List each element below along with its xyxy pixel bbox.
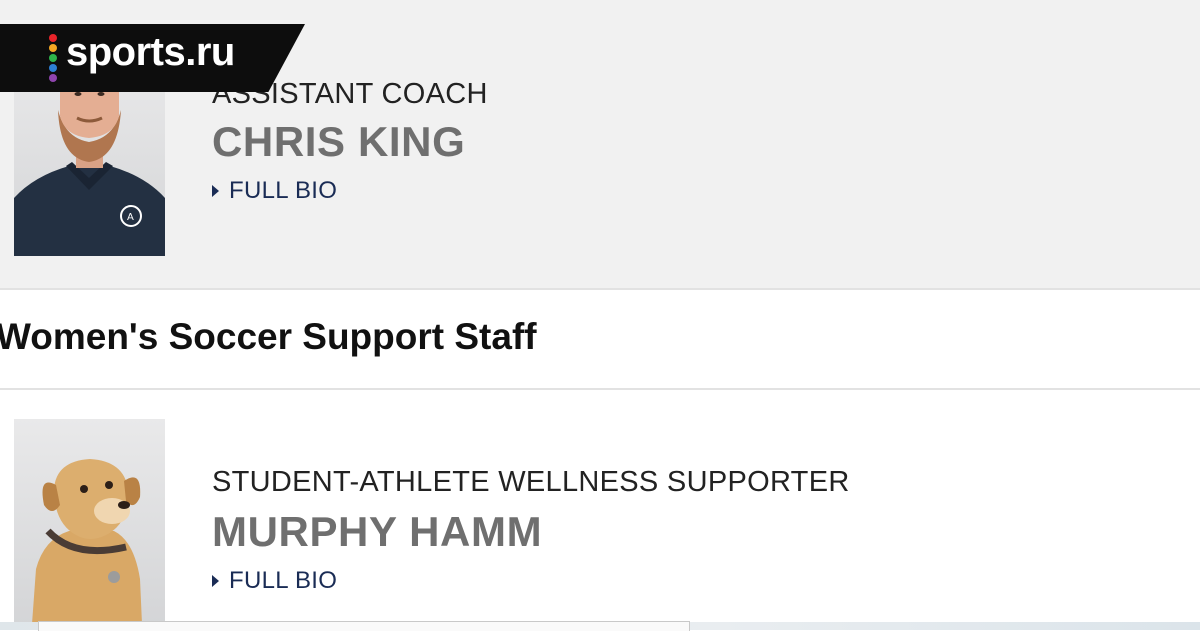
staff-full-bio-link[interactable]: FULL BIO (212, 567, 337, 595)
staff-full-bio-label: FULL BIO (229, 567, 338, 594)
svg-text:A: A (127, 212, 134, 223)
staff-photo[interactable] (14, 419, 165, 624)
section-title: Women's Soccer Support Staff (0, 316, 537, 357)
logo-dots-icon (49, 34, 58, 82)
logo-dot (49, 64, 57, 72)
logo-text[interactable]: sports.ru (66, 30, 235, 75)
coach-name[interactable]: CHRIS KING (212, 118, 465, 166)
caret-right-icon (212, 185, 219, 197)
dog-portrait-image (32, 459, 142, 624)
logo-dot (49, 74, 57, 82)
staff-card (0, 390, 1200, 630)
logo-dot (49, 44, 57, 52)
coach-full-bio-link[interactable]: FULL BIO (212, 177, 337, 205)
coach-full-bio-label: FULL BIO (229, 177, 338, 204)
staff-name[interactable]: MURPHY HAMM (212, 508, 542, 556)
caret-right-icon (212, 575, 219, 587)
staff-role: STUDENT-ATHLETE WELLNESS SUPPORTER (212, 466, 850, 498)
logo-dot (49, 54, 57, 62)
logo-dot (49, 34, 57, 42)
